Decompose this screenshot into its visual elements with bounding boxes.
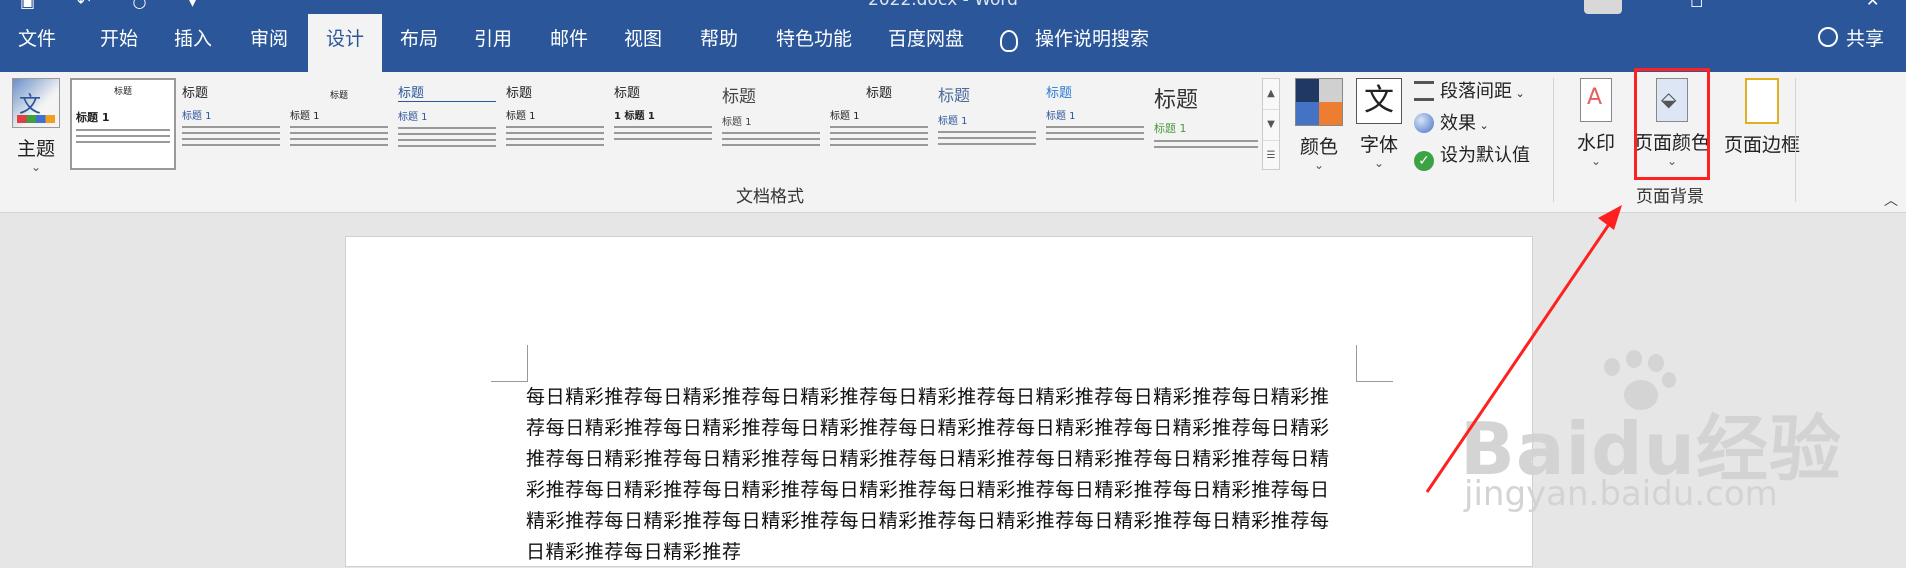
annotation-arrow-icon — [1425, 205, 1622, 493]
